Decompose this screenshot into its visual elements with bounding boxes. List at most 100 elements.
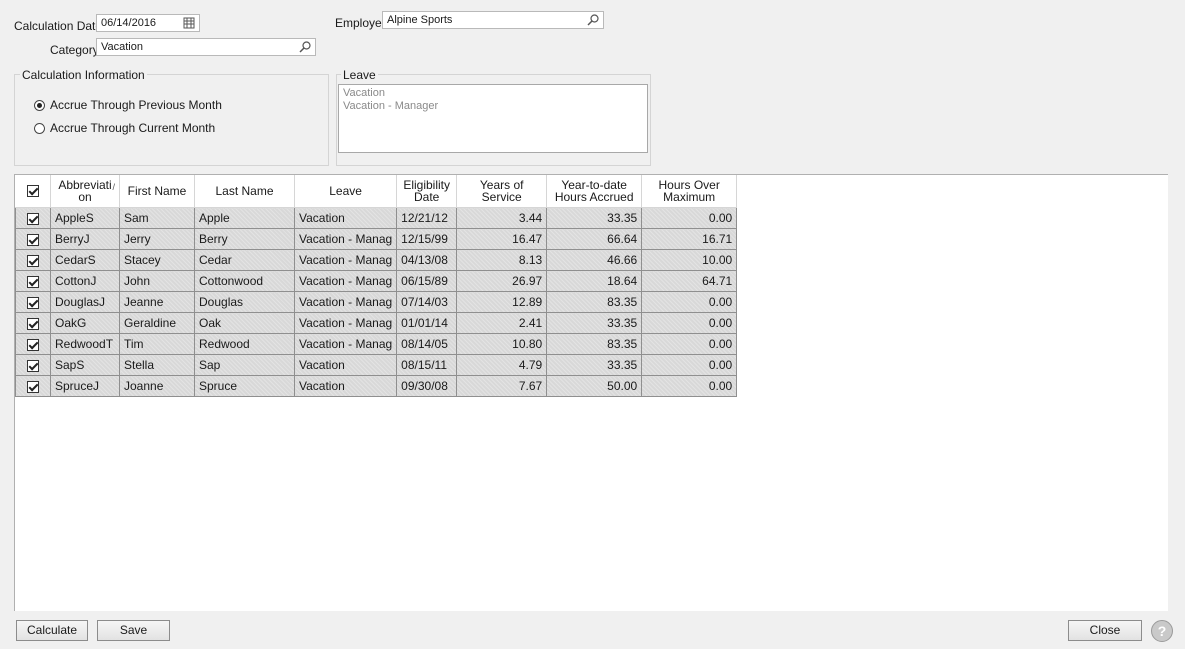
cell-elig[interactable]: 08/15/11 [396, 354, 458, 376]
leave-list-item[interactable]: Vacation - Manager [343, 100, 643, 113]
cell-leave[interactable]: Vacation [293, 354, 398, 376]
help-icon[interactable]: ? [1151, 620, 1173, 642]
row-checkbox[interactable] [27, 212, 39, 225]
header-last-name[interactable]: Last Name [194, 175, 295, 208]
cell-last[interactable]: Oak [194, 312, 295, 334]
header-hours-over-maximum[interactable]: Hours Over Maximum [641, 175, 738, 208]
cell-last[interactable]: Spruce [194, 375, 295, 397]
cell-abbr[interactable]: CottonJ [50, 270, 120, 292]
category-field[interactable]: Vacation [96, 38, 316, 56]
row-checkbox[interactable] [27, 296, 39, 309]
table-row[interactable]: DouglasJ Jeanne Douglas Vacation - Manag 07/… [15, 291, 738, 313]
cell-years[interactable]: 7.67 [456, 375, 548, 397]
employer-field[interactable]: Alpine Sports [382, 11, 604, 29]
row-select-cell[interactable] [15, 249, 51, 271]
cell-elig[interactable]: 12/21/12 [396, 207, 458, 229]
cell-over[interactable]: 0.00 [641, 207, 738, 229]
header-eligibility-date[interactable]: Eligibility Date [396, 175, 458, 208]
cell-accrued[interactable]: 33.35 [546, 312, 643, 334]
cell-elig[interactable]: 01/01/14 [396, 312, 458, 334]
cell-accrued[interactable]: 83.35 [546, 291, 643, 313]
cell-years[interactable]: 26.97 [456, 270, 548, 292]
row-select-cell[interactable] [15, 354, 51, 376]
cell-accrued[interactable]: 66.64 [546, 228, 643, 250]
table-row[interactable]: CedarS Stacey Cedar Vacation - Manag 04/13/0… [15, 249, 738, 271]
cell-last[interactable]: Cottonwood [194, 270, 295, 292]
cell-elig[interactable]: 09/30/08 [396, 375, 458, 397]
cell-leave[interactable]: Vacation - Manag [293, 270, 398, 292]
cell-last[interactable]: Sap [194, 354, 295, 376]
calculate-button[interactable]: Calculate [16, 620, 88, 641]
cell-over[interactable]: 16.71 [641, 228, 738, 250]
radio-accrue-current[interactable]: Accrue Through Current Month [34, 121, 215, 135]
row-select-cell[interactable] [15, 333, 51, 355]
row-checkbox[interactable] [27, 317, 39, 330]
calc-date-field[interactable]: 06/14/2016 [96, 14, 200, 32]
cell-abbr[interactable]: SapS [50, 354, 120, 376]
cell-first[interactable]: Jerry [119, 228, 195, 250]
cell-elig[interactable]: 08/14/05 [396, 333, 458, 355]
cell-leave[interactable]: Vacation [293, 375, 398, 397]
header-leave[interactable]: Leave [294, 175, 398, 208]
cell-accrued[interactable]: 83.35 [546, 333, 643, 355]
cell-abbr[interactable]: AppleS [50, 207, 120, 229]
cell-over[interactable]: 0.00 [641, 291, 738, 313]
cell-over[interactable]: 10.00 [641, 249, 738, 271]
cell-accrued[interactable]: 18.64 [546, 270, 643, 292]
table-row[interactable]: RedwoodT Tim Redwood Vacation - Manag 08/14/… [15, 333, 738, 355]
cell-last[interactable]: Berry [194, 228, 295, 250]
row-select-cell[interactable] [15, 291, 51, 313]
cell-leave[interactable]: Vacation - Manag [293, 333, 398, 355]
cell-first[interactable]: John [119, 270, 195, 292]
cell-first[interactable]: Stella [119, 354, 195, 376]
cell-elig[interactable]: 04/13/08 [396, 249, 458, 271]
radio-button[interactable] [34, 122, 45, 134]
cell-abbr[interactable]: BerryJ [50, 228, 120, 250]
cell-accrued[interactable]: 33.35 [546, 207, 643, 229]
row-checkbox[interactable] [27, 275, 39, 288]
cell-over[interactable]: 0.00 [641, 375, 738, 397]
close-button[interactable]: Close [1068, 620, 1142, 641]
header-abbreviation[interactable]: Abbreviati on / [50, 175, 120, 208]
select-all-checkbox[interactable] [26, 185, 39, 198]
cell-first[interactable]: Stacey [119, 249, 195, 271]
cell-over[interactable]: 0.00 [641, 333, 738, 355]
table-row[interactable]: BerryJ Jerry Berry Vacation - Manag 12/15/99… [15, 228, 738, 250]
row-checkbox[interactable] [27, 380, 39, 393]
leave-list[interactable]: Vacation Vacation - Manager [338, 84, 648, 153]
cell-abbr[interactable]: DouglasJ [50, 291, 120, 313]
cell-abbr[interactable]: RedwoodT [50, 333, 120, 355]
row-select-cell[interactable] [15, 312, 51, 334]
cell-first[interactable]: Geraldine [119, 312, 195, 334]
cell-first[interactable]: Joanne [119, 375, 195, 397]
row-checkbox[interactable] [27, 359, 39, 372]
cell-elig[interactable]: 07/14/03 [396, 291, 458, 313]
cell-last[interactable]: Redwood [194, 333, 295, 355]
save-button[interactable]: Save [97, 620, 170, 641]
header-select-all[interactable] [15, 175, 51, 208]
cell-accrued[interactable]: 50.00 [546, 375, 643, 397]
search-icon[interactable] [298, 40, 312, 54]
table-row[interactable]: SpruceJ Joanne Spruce Vacation 09/30/08 7.67 5… [15, 375, 738, 397]
row-checkbox[interactable] [27, 254, 39, 267]
cell-leave[interactable]: Vacation - Manag [293, 228, 398, 250]
leave-list-item[interactable]: Vacation [343, 87, 643, 100]
cell-years[interactable]: 10.80 [456, 333, 548, 355]
cell-over[interactable]: 64.71 [641, 270, 738, 292]
cell-years[interactable]: 3.44 [456, 207, 548, 229]
table-row[interactable]: AppleS Sam Apple Vacation 12/21/12 3.44 33.35 0… [15, 207, 738, 229]
cell-first[interactable]: Tim [119, 333, 195, 355]
cell-leave[interactable]: Vacation - Manag [293, 249, 398, 271]
cell-elig[interactable]: 12/15/99 [396, 228, 458, 250]
table-row[interactable]: OakG Geraldine Oak Vacation - Manag 01/01/14… [15, 312, 738, 334]
cell-years[interactable]: 12.89 [456, 291, 548, 313]
cell-accrued[interactable]: 33.35 [546, 354, 643, 376]
calendar-icon[interactable] [182, 16, 196, 30]
row-checkbox[interactable] [27, 233, 39, 246]
row-select-cell[interactable] [15, 207, 51, 229]
row-checkbox[interactable] [27, 338, 39, 351]
cell-leave[interactable]: Vacation - Manag [293, 312, 398, 334]
row-select-cell[interactable] [15, 270, 51, 292]
cell-last[interactable]: Apple [194, 207, 295, 229]
cell-first[interactable]: Jeanne [119, 291, 195, 313]
